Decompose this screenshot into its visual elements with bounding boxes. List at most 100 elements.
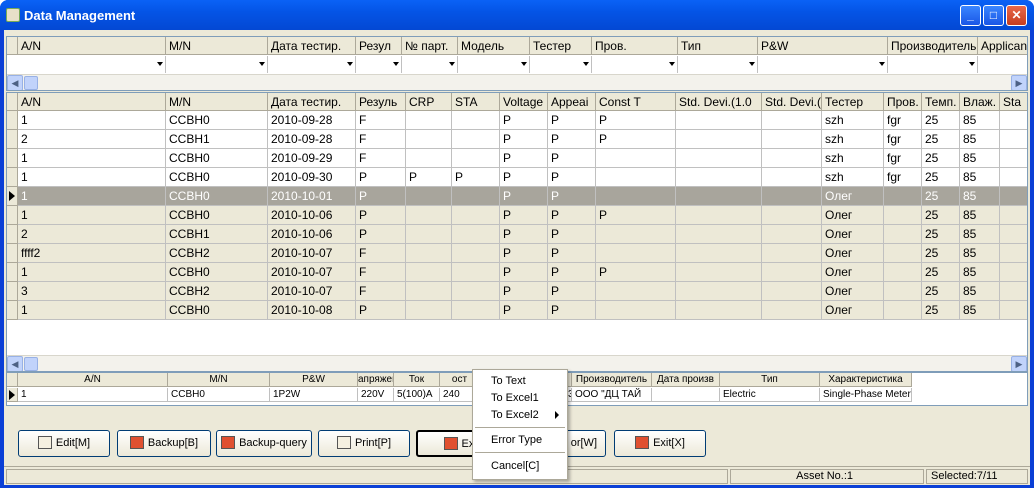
row-indicator[interactable] (7, 244, 18, 263)
table-cell (762, 263, 822, 282)
table-row[interactable]: 1 CCBH0 2010-10-01 P P P Олег 25 85 (7, 187, 1027, 206)
backup-button[interactable]: Backup[B] (117, 430, 211, 457)
detail-column-header[interactable]: Дата произв (652, 373, 720, 387)
filter-dropdown[interactable] (530, 56, 592, 73)
column-header[interactable]: Std. Devi.(0.5L (762, 93, 822, 111)
filter-column-header[interactable]: Пров. (592, 37, 678, 55)
column-header[interactable]: Sta (1000, 93, 1027, 111)
row-indicator[interactable] (7, 282, 18, 301)
table-cell: CCBH0 (166, 206, 268, 225)
filter-column-header[interactable]: Модель (458, 37, 530, 55)
backup-query-button[interactable]: Backup-query (216, 430, 312, 457)
menu-item-to-excel2[interactable]: To Excel2 (491, 407, 539, 423)
column-header[interactable]: Темп. (922, 93, 960, 111)
column-header[interactable]: M/N (166, 93, 268, 111)
table-row[interactable]: 2 CCBH1 2010-10-06 P P P Олег 25 85 (7, 225, 1027, 244)
filter-dropdown[interactable] (18, 56, 166, 73)
detail-column-header[interactable]: A/N (18, 373, 168, 387)
filter-dropdown[interactable] (166, 56, 268, 73)
table-row[interactable]: 1 CCBH0 2010-09-28 F P P Pszh fgr 25 85 (7, 111, 1027, 130)
column-header[interactable]: A/N (18, 93, 166, 111)
menu-item-cancel[interactable]: Cancel[C] (491, 458, 539, 474)
maximize-button[interactable]: □ (983, 5, 1004, 26)
row-indicator[interactable] (7, 111, 18, 130)
row-indicator[interactable] (7, 168, 18, 187)
filter-column-header[interactable]: M/N (166, 37, 268, 55)
table-cell: szh (822, 168, 884, 187)
filter-dropdown[interactable] (978, 56, 1027, 73)
filter-dropdown[interactable] (458, 56, 530, 73)
filter-column-header[interactable]: № парт. (402, 37, 458, 55)
table-cell (406, 301, 452, 320)
table-row[interactable]: 1 CCBH0 2010-09-29 F P Pszh fgr 25 85 (7, 149, 1027, 168)
scroll-thumb[interactable] (24, 357, 38, 371)
table-row[interactable]: 1 CCBH0 2010-10-08 P P P Олег 25 85 (7, 301, 1027, 320)
detail-column-header[interactable]: Характеристика (820, 373, 912, 387)
filter-dropdown[interactable] (758, 56, 888, 73)
row-indicator[interactable] (7, 187, 18, 206)
scroll-left-icon[interactable]: ◀ (7, 356, 23, 371)
column-header[interactable]: Дата тестир. (268, 93, 356, 111)
filter-column-header[interactable]: A/N (18, 37, 166, 55)
filter-column-header[interactable]: Applicant (978, 37, 1027, 55)
filter-dropdown[interactable] (678, 56, 758, 73)
detail-column-header[interactable]: P&W (270, 373, 358, 387)
filter-dropdown[interactable] (888, 56, 978, 73)
scroll-thumb[interactable] (24, 76, 38, 90)
title-bar[interactable]: Data Management _ □ ✕ (0, 0, 1034, 30)
table-row[interactable]: ffff2 CCBH2 2010-10-07 F P P Олег 25 85 (7, 244, 1027, 263)
filter-column-header[interactable]: Резул (356, 37, 402, 55)
detail-column-header[interactable]: Тип (720, 373, 820, 387)
table-row[interactable]: 1 CCBH0 2010-09-30 P P P P Pszh fgr 25 85 (7, 168, 1027, 187)
main-data-grid[interactable]: ◀ ▶ A/N M/N Дата тестир. Резуль CRP STA Voltag… (6, 92, 1028, 372)
menu-item-error-type[interactable]: Error Type (491, 432, 542, 448)
table-row[interactable]: 1 CCBH0 2010-10-07 F P P P Олег 25 85 (7, 263, 1027, 282)
row-indicator[interactable] (7, 388, 18, 402)
filter-dropdown[interactable] (356, 56, 402, 73)
detail-column-header[interactable]: апряжени (358, 373, 394, 387)
filter-column-header[interactable]: Дата тестир. (268, 37, 356, 55)
exit-button[interactable]: Exit[X] (614, 430, 706, 457)
column-header[interactable]: Voltage (500, 93, 548, 111)
menu-item-to-excel1[interactable]: To Excel1 (491, 390, 539, 406)
table-row[interactable]: 2 CCBH1 2010-09-28 F P P Pszh fgr 25 85 (7, 130, 1027, 149)
detail-column-header[interactable]: Ток (394, 373, 440, 387)
detail-column-header[interactable]: M/N (168, 373, 270, 387)
row-indicator-header (7, 93, 18, 111)
table-row[interactable]: 3 CCBH2 2010-10-07 F P P Олег 25 85 (7, 282, 1027, 301)
scroll-right-icon[interactable]: ▶ (1011, 356, 1027, 371)
row-indicator[interactable] (7, 149, 18, 168)
filter-column-header[interactable]: Производитель (888, 37, 978, 55)
column-header[interactable]: Влаж. (960, 93, 1000, 111)
print-button[interactable]: Print[P] (318, 430, 410, 457)
column-header[interactable]: Резуль (356, 93, 406, 111)
scroll-left-icon[interactable]: ◀ (7, 75, 23, 90)
column-header[interactable]: Const T (596, 93, 676, 111)
scroll-right-icon[interactable]: ▶ (1011, 75, 1027, 90)
filter-dropdown[interactable] (592, 56, 678, 73)
edit-button[interactable]: Edit[M] (18, 430, 110, 457)
column-header[interactable]: CRP (406, 93, 452, 111)
detail-column-header[interactable]: Производитель (572, 373, 652, 387)
filter-column-header[interactable]: Тестер (530, 37, 592, 55)
close-button[interactable]: ✕ (1006, 5, 1027, 26)
minimize-button[interactable]: _ (960, 5, 981, 26)
filter-horizontal-scrollbar[interactable]: ◀ ▶ (7, 74, 1027, 90)
row-indicator[interactable] (7, 301, 18, 320)
filter-column-header[interactable]: Тип (678, 37, 758, 55)
table-cell (1000, 111, 1027, 130)
menu-item-to-text[interactable]: To Text (491, 373, 526, 389)
column-header[interactable]: STA (452, 93, 500, 111)
row-indicator[interactable] (7, 263, 18, 282)
column-header[interactable]: Тестер (822, 93, 884, 111)
row-indicator[interactable] (7, 206, 18, 225)
row-indicator[interactable] (7, 225, 18, 244)
filter-dropdown[interactable] (402, 56, 458, 73)
filter-dropdown[interactable] (268, 56, 356, 73)
row-indicator[interactable] (7, 130, 18, 149)
filter-column-header[interactable]: P&W (758, 37, 888, 55)
column-header[interactable]: Пров. (884, 93, 922, 111)
column-header[interactable]: Std. Devi.(1.0 (676, 93, 762, 111)
table-row[interactable]: 1 CCBH0 2010-10-06 P P P P Олег 25 85 (7, 206, 1027, 225)
column-header[interactable]: Appeai (548, 93, 596, 111)
